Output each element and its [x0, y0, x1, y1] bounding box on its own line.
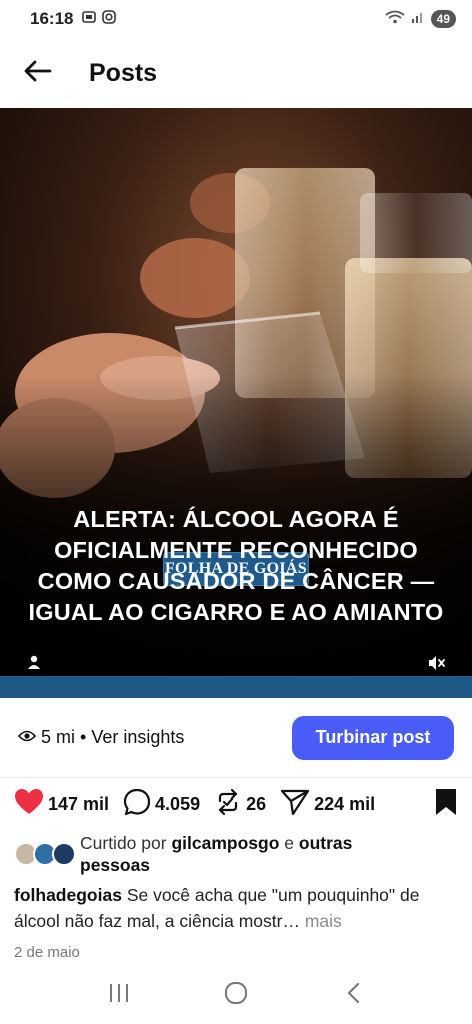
- page-title: Posts: [89, 58, 158, 87]
- liked-by-user[interactable]: gilcamposgo: [171, 833, 279, 853]
- share-count: 224 mil: [314, 793, 376, 814]
- wifi-icon: [385, 10, 405, 29]
- save-button[interactable]: [434, 788, 458, 821]
- caption-username[interactable]: folhadegoias: [14, 885, 122, 905]
- post-caption: folhadegoias Se você acha que "um pouqui…: [14, 882, 458, 934]
- comment-button[interactable]: 4.059: [123, 788, 200, 821]
- media-headline: ALERTA: ÁLCOOL AGORA É OFICIALMENTE RECO…: [28, 506, 444, 625]
- back-button[interactable]: [12, 48, 62, 98]
- insights-separator: •: [80, 727, 87, 747]
- header: Posts: [0, 38, 472, 108]
- comment-count: 4.059: [155, 793, 201, 814]
- liker-avatars: [14, 842, 78, 868]
- liked-by-text: Curtido por gilcamposgo e outras pessoas: [80, 833, 353, 875]
- repost-button[interactable]: 26: [214, 788, 266, 821]
- repost-icon: [214, 788, 242, 821]
- person-icon: [26, 654, 42, 675]
- liked-by-others[interactable]: outras: [299, 833, 352, 853]
- avatar: [52, 842, 76, 866]
- system-back-button[interactable]: [323, 975, 383, 1015]
- signal-icon: [411, 10, 425, 29]
- like-button[interactable]: 147 mil: [14, 788, 109, 820]
- actions-row: 147 mil 4.059 26 224 mil: [0, 784, 472, 824]
- view-insights-link[interactable]: Ver insights: [91, 727, 184, 748]
- status-bar: 16:18 49: [0, 0, 472, 38]
- liked-by-row[interactable]: Curtido por gilcamposgo e outras pessoas: [0, 832, 472, 876]
- recent-apps-button[interactable]: [89, 975, 149, 1015]
- repost-count: 26: [246, 793, 267, 814]
- comment-icon: [123, 788, 151, 821]
- eye-icon: [17, 727, 37, 748]
- send-icon: [280, 788, 310, 821]
- post-date: 2 de maio: [14, 944, 80, 961]
- volume-muted-icon: [428, 655, 446, 676]
- caption-more-link[interactable]: mais: [305, 911, 342, 931]
- arrow-left-icon: [22, 59, 52, 88]
- battery-badge: 49: [430, 10, 456, 28]
- recent-apps-icon: [108, 983, 130, 1008]
- bookmark-filled-icon: [434, 788, 458, 821]
- post-media[interactable]: FOLHA DE GOIÁS ALERTA: ÁLCOOL AGORA É OF…: [0, 108, 472, 698]
- heart-filled-icon: [14, 788, 44, 820]
- views-count: 5 mi: [41, 727, 76, 747]
- like-count: 147 mil: [48, 793, 110, 814]
- status-time: 16:18: [30, 9, 74, 28]
- home-button[interactable]: [206, 975, 266, 1015]
- screenshot-icon: [81, 9, 97, 30]
- media-bottom-bar: [0, 676, 472, 698]
- chevron-left-icon: [345, 982, 361, 1009]
- liked-by-others-suffix[interactable]: pessoas: [80, 855, 150, 875]
- boost-post-button[interactable]: Turbinar post: [292, 715, 454, 760]
- insights-row: 5 mi • Ver insights Turbinar post: [0, 698, 472, 778]
- system-nav-bar: [0, 966, 472, 1024]
- home-circle-icon: [224, 981, 248, 1010]
- instagram-icon: [101, 9, 117, 30]
- share-button[interactable]: 224 mil: [280, 788, 375, 821]
